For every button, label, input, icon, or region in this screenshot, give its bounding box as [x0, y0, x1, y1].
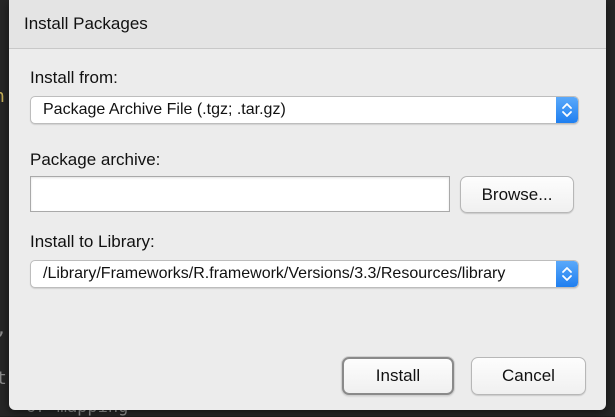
install-to-library-value: /Library/Frameworks/R.framework/Versions… [43, 265, 506, 282]
dialog-title: Install Packages [24, 14, 148, 33]
background-code-fragment: , [0, 318, 7, 339]
browse-button[interactable]: Browse... [460, 176, 574, 213]
package-archive-input[interactable] [30, 176, 450, 212]
package-archive-label: Package archive: [30, 150, 161, 169]
background-code-fragment: h [0, 86, 5, 107]
up-down-chevron-icon [556, 97, 578, 123]
cancel-button[interactable]: Cancel [471, 357, 586, 395]
install-to-library-label: Install to Library: [30, 232, 155, 251]
background-code-fragment: t [0, 368, 7, 389]
install-button[interactable]: Install [342, 357, 454, 395]
up-down-chevron-icon [556, 261, 578, 287]
install-from-select[interactable]: Package Archive File (.tgz; .tar.gz) [30, 96, 579, 124]
install-to-library-select[interactable]: /Library/Frameworks/R.framework/Versions… [30, 260, 579, 288]
install-packages-dialog: Install Packages Install from: Package A… [9, 0, 606, 410]
install-from-value: Package Archive File (.tgz; .tar.gz) [43, 101, 286, 118]
dialog-titlebar[interactable]: Install Packages [9, 0, 606, 49]
install-from-label: Install from: [30, 68, 118, 87]
